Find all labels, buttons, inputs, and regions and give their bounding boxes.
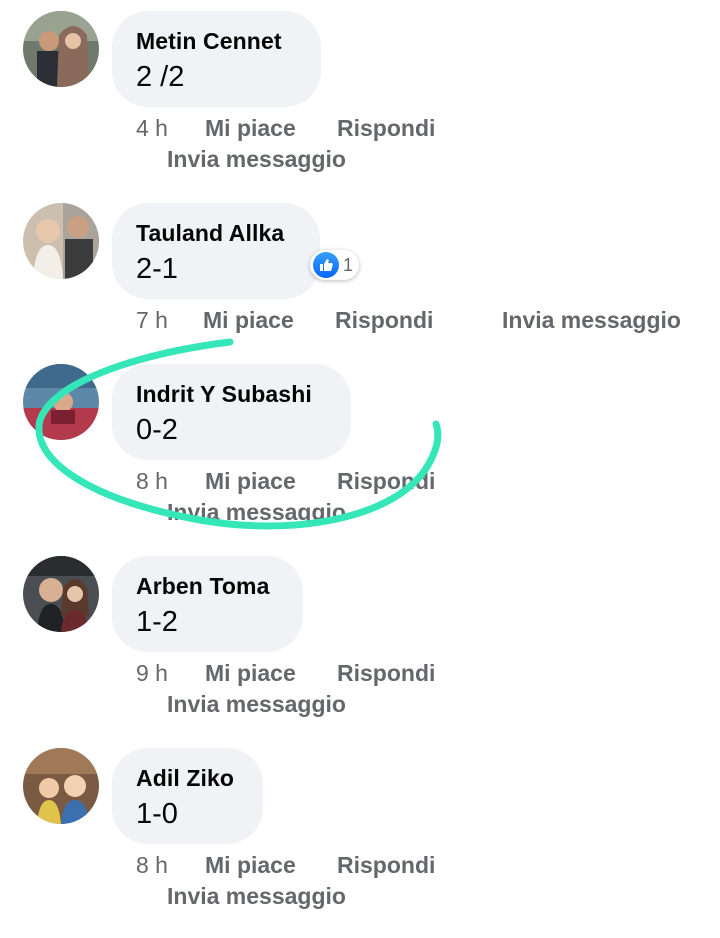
comment-author[interactable]: Adil Ziko — [136, 765, 234, 792]
comment-bubble: Adil Ziko 1-0 — [112, 748, 263, 844]
comment-text: 1-0 — [136, 798, 178, 830]
send-message-button[interactable]: Invia messaggio — [167, 883, 346, 910]
like-button[interactable]: Mi piace — [205, 852, 296, 879]
reply-button[interactable]: Rispondi — [337, 852, 435, 879]
comment-item: Adil Ziko 1-0 8 h Mi piace Rispondi Invi… — [0, 0, 720, 910]
comment-time[interactable]: 8 h — [136, 852, 168, 879]
avatar[interactable] — [23, 748, 99, 824]
